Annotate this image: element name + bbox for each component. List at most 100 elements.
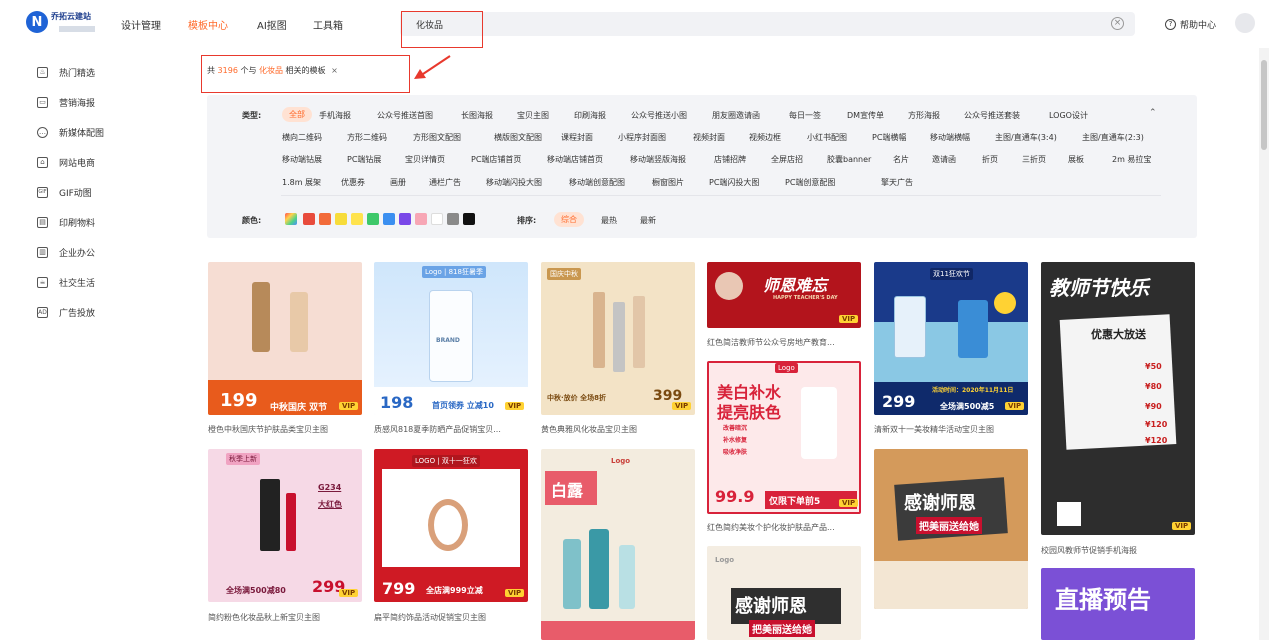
sidebar-item-new-media[interactable]: … 新媒体配图 (37, 124, 104, 140)
type-tag[interactable]: 方形图文配图 (413, 132, 461, 143)
type-tag[interactable]: PC端钻展 (347, 154, 381, 165)
type-tag[interactable]: DM宣传单 (847, 110, 884, 121)
type-tag[interactable]: LOGO设计 (1049, 110, 1088, 121)
color-swatch[interactable] (383, 213, 395, 225)
type-tag[interactable]: 移动端闪投大图 (486, 177, 542, 188)
card-caption[interactable]: 扁平简约饰品活动促销宝贝主图 (374, 612, 528, 623)
type-tag[interactable]: 方形海报 (908, 110, 940, 121)
template-card[interactable]: 国庆中秋 中秋·放价 全场8折 399 VIP (541, 262, 695, 415)
card-caption[interactable]: 黄色典雅风化妆品宝贝主图 (541, 424, 695, 435)
type-tag[interactable]: 小红书配图 (807, 132, 847, 143)
type-tag[interactable]: PC端店铺首页 (471, 154, 521, 165)
type-tag[interactable]: 手机海报 (319, 110, 351, 121)
type-tag[interactable]: 公众号推送套装 (964, 110, 1020, 121)
type-tag[interactable]: 通栏广告 (429, 177, 461, 188)
color-swatch[interactable] (431, 213, 443, 225)
scrollbar-thumb[interactable] (1261, 60, 1267, 150)
template-card[interactable]: 秋季上新 G234 大红色 全场满500减80 299 VIP (208, 449, 362, 602)
sidebar-item-gif[interactable]: GIF GIF动图 (37, 184, 92, 200)
type-tag[interactable]: 1.8m 展架 (282, 177, 321, 188)
card-caption[interactable]: 质感风818夏季防晒产品促销宝贝... (374, 424, 528, 435)
type-tag[interactable]: 名片 (893, 154, 909, 165)
color-swatch[interactable] (319, 213, 331, 225)
type-tag[interactable]: 方形二维码 (347, 132, 387, 143)
type-tag[interactable]: 主图/直通车(2:3) (1082, 132, 1144, 143)
color-swatch[interactable] (335, 213, 347, 225)
sort-comprehensive[interactable]: 综合 (554, 212, 584, 227)
template-card[interactable]: Logo 白露 (541, 449, 695, 640)
card-caption[interactable]: 简约粉色化妆品秋上新宝贝主图 (208, 612, 362, 623)
color-swatch[interactable] (399, 213, 411, 225)
card-caption[interactable]: 红色简洁教师节公众号房地产教育... (707, 337, 861, 348)
collapse-chevron-icon[interactable]: ⌃ (1149, 108, 1157, 118)
card-caption[interactable]: 红色简约美妆个护化妆护肤品产品... (707, 522, 861, 533)
sidebar-item-ads[interactable]: AD 广告投放 (37, 304, 95, 320)
sidebar-item-print[interactable]: ▤ 印刷物料 (37, 214, 95, 230)
type-tag[interactable]: 全部 (282, 107, 312, 122)
type-tag[interactable]: 擎天广告 (881, 177, 913, 188)
avatar[interactable] (1235, 13, 1255, 33)
template-card[interactable]: Logo 美白补水 提亮肤色 改善暗沉 补水修复 吸收净肤 99.9 仅限下单前… (707, 361, 861, 514)
sidebar-item-hot[interactable]: ♨ 热门精选 (37, 64, 95, 80)
sidebar-item-social[interactable]: ☕ 社交生活 (37, 274, 95, 290)
type-tag[interactable]: 公众号推送小图 (631, 110, 687, 121)
color-swatch[interactable] (447, 213, 459, 225)
brand-logo[interactable]: N 乔拓云建站 (26, 11, 116, 35)
help-center-link[interactable]: ? 帮助中心 (1165, 18, 1216, 31)
template-card[interactable]: 199 中秋国庆 双节 VIP (208, 262, 362, 415)
clear-icon[interactable]: × (1111, 17, 1124, 30)
card-caption[interactable]: 清新双十一美妆精华活动宝贝主图 (874, 424, 1028, 435)
type-tag[interactable]: 移动端竖版海报 (630, 154, 686, 165)
color-swatch[interactable] (351, 213, 363, 225)
color-swatch[interactable] (463, 213, 475, 225)
color-swatch[interactable] (415, 213, 427, 225)
type-tag[interactable]: 胶囊banner (827, 154, 871, 165)
template-card[interactable]: 感谢师恩 把美丽送给她 (874, 449, 1028, 609)
type-tag[interactable]: 视频封面 (693, 132, 725, 143)
type-tag[interactable]: 移动端创意配图 (569, 177, 625, 188)
template-card[interactable]: Logo | 818狂暑季 BRAND 198 首页领券 立减10 VIP (374, 262, 528, 415)
type-tag[interactable]: 横向二维码 (282, 132, 322, 143)
type-tag[interactable]: 朋友圈邀请函 (712, 110, 760, 121)
color-swatch[interactable] (367, 213, 379, 225)
type-tag[interactable]: 课程封面 (561, 132, 593, 143)
type-tag[interactable]: 全屏店招 (771, 154, 803, 165)
type-tag[interactable]: 画册 (390, 177, 406, 188)
type-tag[interactable]: 邀请函 (932, 154, 956, 165)
type-tag[interactable]: PC端横幅 (872, 132, 906, 143)
nav-ai-cutout[interactable]: AI抠图 (257, 17, 287, 32)
type-tag[interactable]: 橱窗图片 (652, 177, 684, 188)
type-tag[interactable]: 店铺招牌 (714, 154, 746, 165)
template-card[interactable]: 师恩难忘 HAPPY TEACHER'S DAY VIP (707, 262, 861, 328)
type-tag[interactable]: 每日一签 (789, 110, 821, 121)
card-caption[interactable]: 校园风教师节促销手机海报 (1041, 545, 1195, 556)
nav-template-center[interactable]: 模板中心 (188, 17, 228, 32)
nav-design-manage[interactable]: 设计管理 (121, 17, 161, 32)
type-tag[interactable]: 移动端横幅 (930, 132, 970, 143)
search-input[interactable] (416, 16, 1016, 32)
type-tag[interactable]: 折页 (982, 154, 998, 165)
type-tag[interactable]: 宝贝详情页 (405, 154, 445, 165)
type-tag[interactable]: 长图海报 (461, 110, 493, 121)
template-card[interactable]: 双11狂欢节 活动时间：2020年11月11日 299 全场满500减5 VIP (874, 262, 1028, 415)
template-card[interactable]: Logo 感谢师恩 把美丽送给她 (707, 546, 861, 640)
color-swatch[interactable] (303, 213, 315, 225)
type-tag[interactable]: 小程序封面图 (618, 132, 666, 143)
type-tag[interactable]: 公众号推送首图 (377, 110, 433, 121)
sort-hottest[interactable]: 最热 (601, 215, 617, 226)
card-caption[interactable]: 橙色中秋国庆节护肤品类宝贝主图 (208, 424, 362, 435)
type-tag[interactable]: 视频边框 (749, 132, 781, 143)
type-tag[interactable]: 主图/直通车(3:4) (995, 132, 1057, 143)
type-tag[interactable]: 展板 (1068, 154, 1084, 165)
type-tag[interactable]: 优惠券 (341, 177, 365, 188)
type-tag[interactable]: 2m 易拉宝 (1112, 154, 1151, 165)
sort-newest[interactable]: 最新 (640, 215, 656, 226)
type-tag[interactable]: 移动端店铺首页 (547, 154, 603, 165)
template-card[interactable]: 教师节快乐 优惠大放送 ¥50 ¥80 ¥90 ¥120 ¥120 VIP (1041, 262, 1195, 535)
type-tag[interactable]: 移动端钻展 (282, 154, 322, 165)
nav-toolbox[interactable]: 工具箱 (313, 17, 343, 32)
type-tag[interactable]: 宝贝主图 (517, 110, 549, 121)
template-card[interactable]: LOGO | 双十一狂欢 799 全店满999立减 VIP (374, 449, 528, 602)
type-tag[interactable]: PC端创意配图 (785, 177, 835, 188)
template-card[interactable]: 直播预告 (1041, 568, 1195, 640)
